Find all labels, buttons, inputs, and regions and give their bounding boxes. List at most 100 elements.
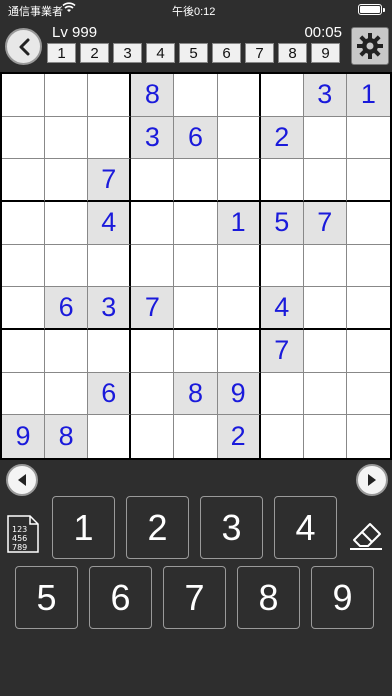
board-cell-r9c9[interactable] xyxy=(346,415,390,458)
board-cell-r5c7[interactable] xyxy=(260,244,304,288)
board-cell-r1c4[interactable]: 8 xyxy=(131,74,175,117)
board-cell-r3c8[interactable] xyxy=(303,159,347,202)
board-cell-r8c9[interactable] xyxy=(346,372,390,416)
board-cell-r3c9[interactable] xyxy=(346,159,390,202)
board-cell-r3c3[interactable]: 7 xyxy=(88,159,132,202)
board-cell-r9c6[interactable]: 2 xyxy=(217,415,261,458)
memo-toggle-button[interactable]: 123 456 789 xyxy=(6,514,40,554)
board-cell-r1c5[interactable] xyxy=(174,74,218,117)
board-cell-r6c5[interactable] xyxy=(174,287,218,330)
board-cell-r4c2[interactable] xyxy=(45,202,89,245)
eraser-button[interactable] xyxy=(346,514,386,554)
board-cell-r5c8[interactable] xyxy=(303,244,347,288)
settings-button[interactable] xyxy=(351,27,389,65)
board-cell-r2c9[interactable] xyxy=(346,116,390,160)
board-cell-r3c1[interactable] xyxy=(2,159,46,202)
board-cell-r4c6[interactable]: 1 xyxy=(217,202,261,245)
board-cell-r4c9[interactable] xyxy=(346,202,390,245)
board-cell-r1c1[interactable] xyxy=(2,74,46,117)
board-cell-r9c3[interactable] xyxy=(88,415,132,458)
number-button-9[interactable]: 9 xyxy=(311,566,374,629)
board-cell-r9c7[interactable] xyxy=(260,415,304,458)
board-cell-r9c1[interactable]: 9 xyxy=(2,415,46,458)
board-cell-r5c2[interactable] xyxy=(45,244,89,288)
board-cell-r6c4[interactable]: 7 xyxy=(131,287,175,330)
board-cell-r2c7[interactable]: 2 xyxy=(260,116,304,160)
digit-counter: 2 xyxy=(80,43,109,63)
board-cell-r5c5[interactable] xyxy=(174,244,218,288)
board-cell-r7c2[interactable] xyxy=(45,330,89,373)
number-button-6[interactable]: 6 xyxy=(89,566,152,629)
board-cell-r8c3[interactable]: 6 xyxy=(88,372,132,416)
board-cell-r4c8[interactable]: 7 xyxy=(303,202,347,245)
board-cell-r2c8[interactable] xyxy=(303,116,347,160)
board-cell-r3c2[interactable] xyxy=(45,159,89,202)
board-cell-r4c4[interactable] xyxy=(131,202,175,245)
board-cell-r4c1[interactable] xyxy=(2,202,46,245)
board-cell-r9c4[interactable] xyxy=(131,415,175,458)
board-cell-r7c9[interactable] xyxy=(346,330,390,373)
board-cell-r8c2[interactable] xyxy=(45,372,89,416)
board-cell-r9c5[interactable] xyxy=(174,415,218,458)
number-button-5[interactable]: 5 xyxy=(15,566,78,629)
board-cell-r2c5[interactable]: 6 xyxy=(174,116,218,160)
board-cell-r9c2[interactable]: 8 xyxy=(45,415,89,458)
board-cell-r1c8[interactable]: 3 xyxy=(303,74,347,117)
memo-grid-icon: 123 456 789 xyxy=(7,515,39,553)
number-button-3[interactable]: 3 xyxy=(200,496,263,559)
board-cell-r2c2[interactable] xyxy=(45,116,89,160)
board-cell-r6c7[interactable]: 4 xyxy=(260,287,304,330)
board-cell-r8c6[interactable]: 9 xyxy=(217,372,261,416)
board-cell-r6c3[interactable]: 3 xyxy=(88,287,132,330)
board-cell-r9c8[interactable] xyxy=(303,415,347,458)
board-cell-r4c5[interactable] xyxy=(174,202,218,245)
number-button-7[interactable]: 7 xyxy=(163,566,226,629)
board-cell-r2c1[interactable] xyxy=(2,116,46,160)
board-cell-r5c6[interactable] xyxy=(217,244,261,288)
board-cell-r1c2[interactable] xyxy=(45,74,89,117)
board-cell-r6c2[interactable]: 6 xyxy=(45,287,89,330)
number-button-8[interactable]: 8 xyxy=(237,566,300,629)
number-button-4[interactable]: 4 xyxy=(274,496,337,559)
board-cell-r7c8[interactable] xyxy=(303,330,347,373)
board-cell-r3c7[interactable] xyxy=(260,159,304,202)
board-cell-r2c3[interactable] xyxy=(88,116,132,160)
board-cell-r8c4[interactable] xyxy=(131,372,175,416)
board-cell-r1c9[interactable]: 1 xyxy=(346,74,390,117)
board-cell-r4c7[interactable]: 5 xyxy=(260,202,304,245)
board-cell-r7c6[interactable] xyxy=(217,330,261,373)
board-cell-r4c3[interactable]: 4 xyxy=(88,202,132,245)
board-cell-r8c8[interactable] xyxy=(303,372,347,416)
board-cell-r8c5[interactable]: 8 xyxy=(174,372,218,416)
board-cell-r8c7[interactable] xyxy=(260,372,304,416)
board-cell-r7c1[interactable] xyxy=(2,330,46,373)
board-cell-r7c3[interactable] xyxy=(88,330,132,373)
board-cell-r5c4[interactable] xyxy=(131,244,175,288)
board-cell-r3c5[interactable] xyxy=(174,159,218,202)
prev-button[interactable] xyxy=(6,464,38,496)
board-cell-r5c3[interactable] xyxy=(88,244,132,288)
board-cell-r7c7[interactable]: 7 xyxy=(260,330,304,373)
digit-counter: 3 xyxy=(113,43,142,63)
board-cell-r3c4[interactable] xyxy=(131,159,175,202)
board-cell-r6c1[interactable] xyxy=(2,287,46,330)
board-cell-r1c6[interactable] xyxy=(217,74,261,117)
board-cell-r8c1[interactable] xyxy=(2,372,46,416)
board-cell-r5c9[interactable] xyxy=(346,244,390,288)
next-button[interactable] xyxy=(356,464,388,496)
board-cell-r5c1[interactable] xyxy=(2,244,46,288)
board-cell-r1c3[interactable] xyxy=(88,74,132,117)
number-button-1[interactable]: 1 xyxy=(52,496,115,559)
board-cell-r7c5[interactable] xyxy=(174,330,218,373)
board-cell-r1c7[interactable] xyxy=(260,74,304,117)
board-cell-r7c4[interactable] xyxy=(131,330,175,373)
board-cell-r3c6[interactable] xyxy=(217,159,261,202)
board-cell-r2c4[interactable]: 3 xyxy=(131,116,175,160)
board-cell-r6c8[interactable] xyxy=(303,287,347,330)
board-cell-r2c6[interactable] xyxy=(217,116,261,160)
number-button-2[interactable]: 2 xyxy=(126,496,189,559)
svg-text:123: 123 xyxy=(12,525,27,534)
board-cell-r6c9[interactable] xyxy=(346,287,390,330)
back-button[interactable] xyxy=(5,28,42,65)
board-cell-r6c6[interactable] xyxy=(217,287,261,330)
